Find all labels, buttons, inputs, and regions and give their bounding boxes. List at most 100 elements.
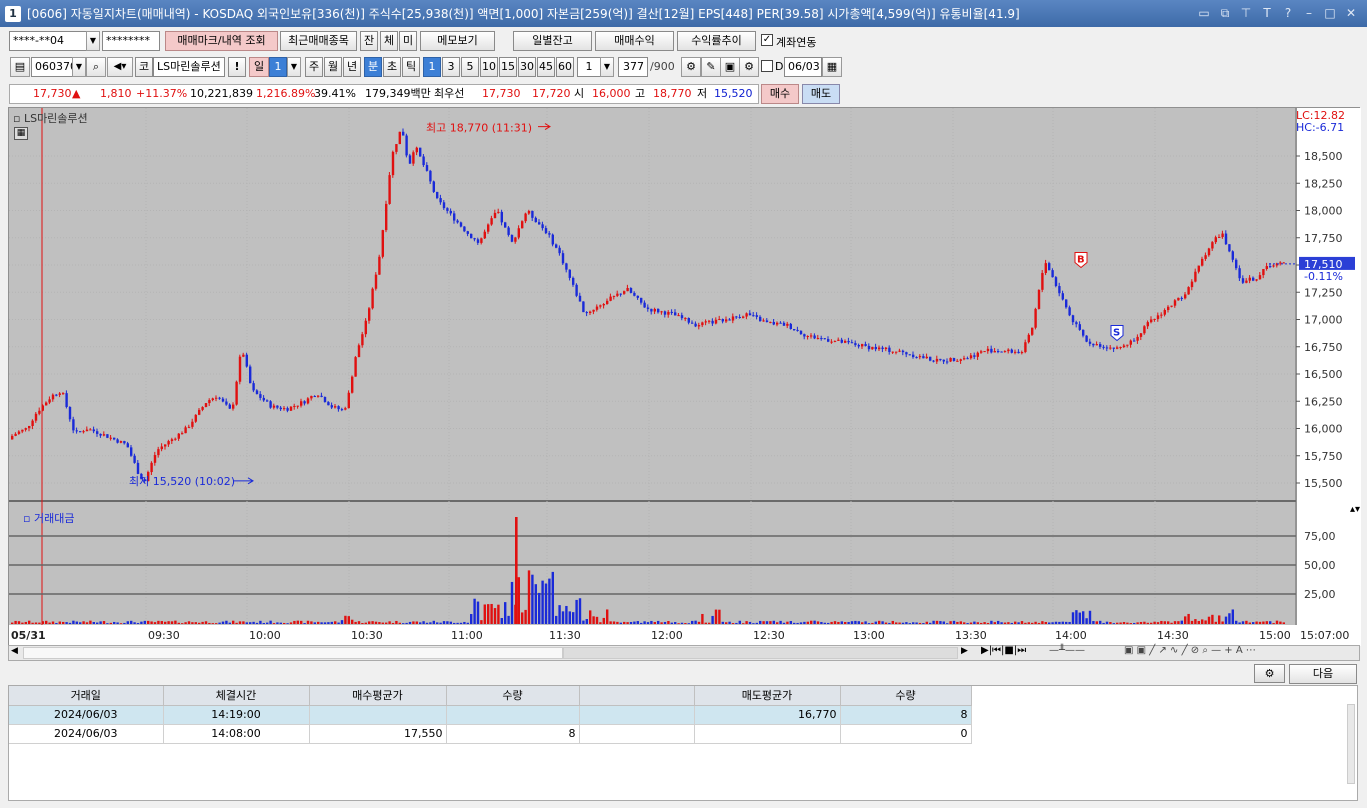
period-year-button[interactable]: 년 [343, 57, 361, 77]
volume-bar [922, 623, 925, 624]
grid-scrollbar[interactable] [1347, 704, 1355, 784]
min-60-button[interactable]: 60 [556, 57, 574, 77]
volume-bar [242, 621, 245, 624]
pin-icon[interactable]: ⊤ [1238, 5, 1254, 21]
col-buy-avg[interactable]: 매수평균가 [309, 686, 447, 706]
tools-icon[interactable]: ✎ [701, 57, 721, 77]
help-icon[interactable]: ? [1280, 5, 1296, 21]
period-day-button[interactable]: 일 [249, 57, 269, 77]
volume-bar [901, 622, 905, 624]
min-30-button[interactable]: 30 [518, 57, 536, 77]
interval-dropdown-icon[interactable]: ▼ [600, 57, 614, 77]
alert-button[interactable]: ! [228, 57, 246, 77]
candle-body [1221, 233, 1224, 237]
account-select[interactable]: ****-**04 [9, 31, 87, 51]
date-input[interactable]: 06/03 [784, 57, 822, 77]
table-row[interactable]: 2024/06/03 14:08:00 17,550 8 0 [9, 724, 972, 744]
candle-body [422, 156, 425, 166]
col-sell-qty[interactable]: 수량 [840, 686, 972, 706]
next-button[interactable]: 다음 [1289, 664, 1357, 684]
layout-icon[interactable]: ▭ [1196, 5, 1212, 21]
account-link-checkbox[interactable]: ✓ [761, 34, 773, 46]
min-45-button[interactable]: 45 [537, 57, 555, 77]
scroll-thumb[interactable] [23, 647, 563, 659]
font-icon[interactable]: T [1259, 5, 1275, 21]
recent-stocks-button[interactable]: 최근매매종목 [280, 31, 357, 51]
sell-button[interactable]: 매도 [802, 84, 840, 104]
period-tick-button[interactable]: 틱 [402, 57, 420, 77]
candle-body [782, 322, 786, 326]
trade-mark-query-button[interactable]: 매매마크/내역 조회 [165, 31, 278, 51]
volume-bar [1272, 623, 1275, 624]
time-axis-label: 10:30 [351, 629, 383, 642]
save-icon[interactable]: ▣ [720, 57, 740, 77]
period-week-button[interactable]: 주 [305, 57, 323, 77]
calendar-icon[interactable]: ▦ [822, 57, 842, 77]
min-5-button[interactable]: 5 [461, 57, 479, 77]
col-sell-avg[interactable]: 매도평균가 [694, 686, 841, 706]
panel-collapse-icon[interactable]: ▴▾ [1350, 504, 1360, 515]
col-buy-qty[interactable]: 수량 [446, 686, 580, 706]
settings-icon[interactable]: ⚙ [739, 57, 759, 77]
code-dropdown-icon[interactable]: ▼ [72, 57, 86, 77]
zoom-slider-icon[interactable]: —╨—— [1049, 645, 1085, 656]
candle-body [381, 230, 384, 257]
min-10-button[interactable]: 10 [480, 57, 498, 77]
volume-bar [769, 621, 772, 624]
candle-body [262, 397, 265, 401]
grid-settings-icon[interactable]: ⚙ [1254, 664, 1285, 683]
draw-tools-icons[interactable]: ▣ ▣ ╱ ↗ ∿ ╱ ⊘ ⌕ — + A ⋯ [1124, 645, 1256, 656]
period-month-button[interactable]: 월 [324, 57, 342, 77]
bar-count-input[interactable]: 377 [618, 57, 648, 77]
stock-search-icon[interactable]: ▤ [10, 57, 30, 77]
period-value[interactable]: 1 [269, 57, 287, 77]
daily-balance-button[interactable]: 일별잔고 [513, 31, 592, 51]
market-button[interactable]: 코 [135, 57, 153, 77]
candle-body [1116, 347, 1119, 349]
scroll-right-icon[interactable]: ▶ [961, 646, 968, 656]
volume-bar [174, 620, 177, 624]
unexecuted-button[interactable]: 미 [399, 31, 417, 51]
chart-canvas[interactable]: 18,50018,25018,00017,75017,50017,25017,0… [9, 108, 1361, 646]
account-dropdown-icon[interactable]: ▼ [86, 31, 100, 51]
return-trend-button[interactable]: 수익률추이 [677, 31, 756, 51]
volume-bar [623, 621, 626, 624]
sound-icon[interactable]: ◀▾ [107, 57, 133, 77]
price-chart[interactable]: 18,50018,25018,00017,75017,50017,25017,0… [8, 107, 1361, 646]
table-row[interactable]: 2024/06/03 14:19:00 16,770 8 [9, 705, 972, 725]
stock-code-input[interactable]: 060370 [31, 57, 73, 77]
memo-button[interactable]: 메모보기 [420, 31, 495, 51]
playback-icons[interactable]: ▶|⏮|■|⏭ [981, 645, 1026, 656]
indicator-icon[interactable]: ⚙ [681, 57, 701, 77]
chart-scrollbar[interactable]: ◀ ▶ ▶|⏮|■|⏭ —╨—— ▣ ▣ ╱ ↗ ∿ ╱ ⊘ ⌕ — + A ⋯ [8, 645, 1360, 661]
scroll-track[interactable] [563, 647, 958, 659]
scroll-left-icon[interactable]: ◀ [11, 646, 18, 656]
password-field[interactable]: ******** [102, 31, 160, 51]
col-trade-date[interactable]: 거래일 [9, 686, 164, 706]
turnover-rate: 39.41% [314, 87, 356, 100]
col-exec-time[interactable]: 체결시간 [163, 686, 310, 706]
period-dropdown-icon[interactable]: ▼ [287, 57, 301, 77]
buy-button[interactable]: 매수 [761, 84, 799, 104]
minimize-icon[interactable]: – [1301, 5, 1317, 21]
interval-input[interactable]: 1 [577, 57, 601, 77]
min-3-button[interactable]: 3 [442, 57, 460, 77]
period-minute-button[interactable]: 분 [364, 57, 382, 77]
volume-panel-title: ▫ 거래대금 [23, 512, 75, 525]
volume-bar [1160, 620, 1163, 624]
executed-button[interactable]: 체 [380, 31, 398, 51]
candle-body [694, 323, 697, 327]
balance-button[interactable]: 잔 [360, 31, 378, 51]
candle-body [507, 227, 510, 235]
date-checkbox[interactable] [761, 60, 773, 72]
period-second-button[interactable]: 초 [383, 57, 401, 77]
search-icon[interactable]: ⌕ [86, 57, 106, 77]
volume-bar [704, 622, 707, 624]
maximize-icon[interactable]: □ [1322, 5, 1338, 21]
min-1-button[interactable]: 1 [423, 57, 441, 77]
close-icon[interactable]: ✕ [1343, 5, 1359, 21]
trade-profit-button[interactable]: 매매수익 [595, 31, 674, 51]
copy-icon[interactable]: ⧉ [1217, 5, 1233, 21]
min-15-button[interactable]: 15 [499, 57, 517, 77]
grid-icon[interactable]: ▦ [14, 127, 28, 140]
